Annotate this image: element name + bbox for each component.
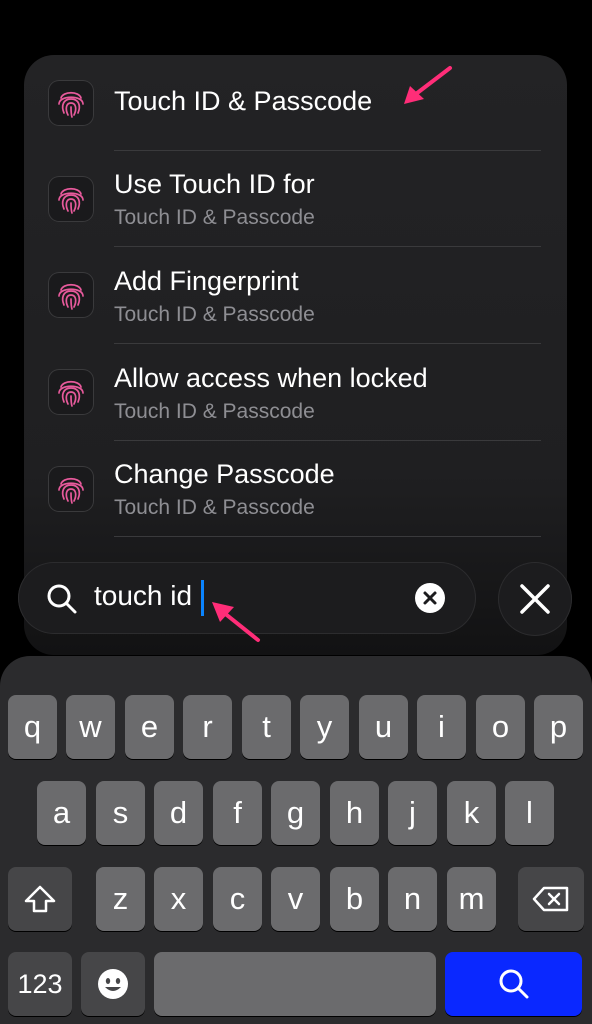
fingerprint-icon bbox=[48, 80, 94, 126]
search-key[interactable] bbox=[445, 952, 582, 1016]
key-b[interactable]: b bbox=[330, 867, 379, 931]
divider bbox=[114, 246, 541, 247]
key-g[interactable]: g bbox=[271, 781, 320, 845]
divider bbox=[114, 536, 541, 537]
result-title[interactable]: Change Passcode bbox=[114, 459, 335, 490]
fingerprint-icon bbox=[48, 176, 94, 222]
key-q[interactable]: q bbox=[8, 695, 57, 759]
key-f[interactable]: f bbox=[213, 781, 262, 845]
shift-key[interactable] bbox=[8, 867, 72, 931]
key-l[interactable]: l bbox=[505, 781, 554, 845]
result-subtitle: Touch ID & Passcode bbox=[114, 206, 315, 229]
key-x[interactable]: x bbox=[154, 867, 203, 931]
text-caret bbox=[201, 580, 204, 616]
key-m[interactable]: m bbox=[447, 867, 496, 931]
emoji-icon bbox=[98, 969, 128, 999]
divider bbox=[114, 150, 541, 151]
space-key[interactable] bbox=[154, 952, 436, 1016]
key-o[interactable]: o bbox=[476, 695, 525, 759]
key-n[interactable]: n bbox=[388, 867, 437, 931]
clear-icon[interactable] bbox=[415, 583, 445, 613]
search-input-value[interactable]: touch id bbox=[94, 580, 192, 612]
key-k[interactable]: k bbox=[447, 781, 496, 845]
key-w[interactable]: w bbox=[66, 695, 115, 759]
key-r[interactable]: r bbox=[183, 695, 232, 759]
key-i[interactable]: i bbox=[417, 695, 466, 759]
search-icon bbox=[499, 969, 528, 999]
key-a[interactable]: a bbox=[37, 781, 86, 845]
close-icon[interactable] bbox=[518, 582, 552, 616]
fingerprint-icon bbox=[48, 466, 94, 512]
result-title[interactable]: Use Touch ID for bbox=[114, 169, 315, 200]
key-u[interactable]: u bbox=[359, 695, 408, 759]
result-title[interactable]: Add Fingerprint bbox=[114, 266, 299, 297]
key-z[interactable]: z bbox=[96, 867, 145, 931]
annotation-arrow-icon bbox=[212, 602, 260, 642]
numbers-key[interactable]: 123 bbox=[8, 952, 72, 1016]
divider bbox=[114, 343, 541, 344]
emoji-key[interactable] bbox=[81, 952, 145, 1016]
key-s[interactable]: s bbox=[96, 781, 145, 845]
result-title[interactable]: Touch ID & Passcode bbox=[114, 86, 372, 117]
key-t[interactable]: t bbox=[242, 695, 291, 759]
result-subtitle: Touch ID & Passcode bbox=[114, 303, 315, 326]
divider bbox=[114, 440, 541, 441]
delete-key[interactable] bbox=[518, 867, 584, 931]
key-c[interactable]: c bbox=[213, 867, 262, 931]
delete-icon bbox=[532, 886, 569, 912]
fingerprint-icon bbox=[48, 369, 94, 415]
result-subtitle: Touch ID & Passcode bbox=[114, 496, 315, 519]
key-j[interactable]: j bbox=[388, 781, 437, 845]
result-subtitle: Touch ID & Passcode bbox=[114, 400, 315, 423]
key-v[interactable]: v bbox=[271, 867, 320, 931]
shift-icon bbox=[24, 885, 56, 913]
fingerprint-icon bbox=[48, 272, 94, 318]
key-e[interactable]: e bbox=[125, 695, 174, 759]
search-icon bbox=[47, 584, 77, 614]
annotation-arrow-icon bbox=[404, 66, 452, 104]
key-h[interactable]: h bbox=[330, 781, 379, 845]
key-d[interactable]: d bbox=[154, 781, 203, 845]
key-y[interactable]: y bbox=[300, 695, 349, 759]
result-title[interactable]: Allow access when locked bbox=[114, 363, 428, 394]
key-p[interactable]: p bbox=[534, 695, 583, 759]
